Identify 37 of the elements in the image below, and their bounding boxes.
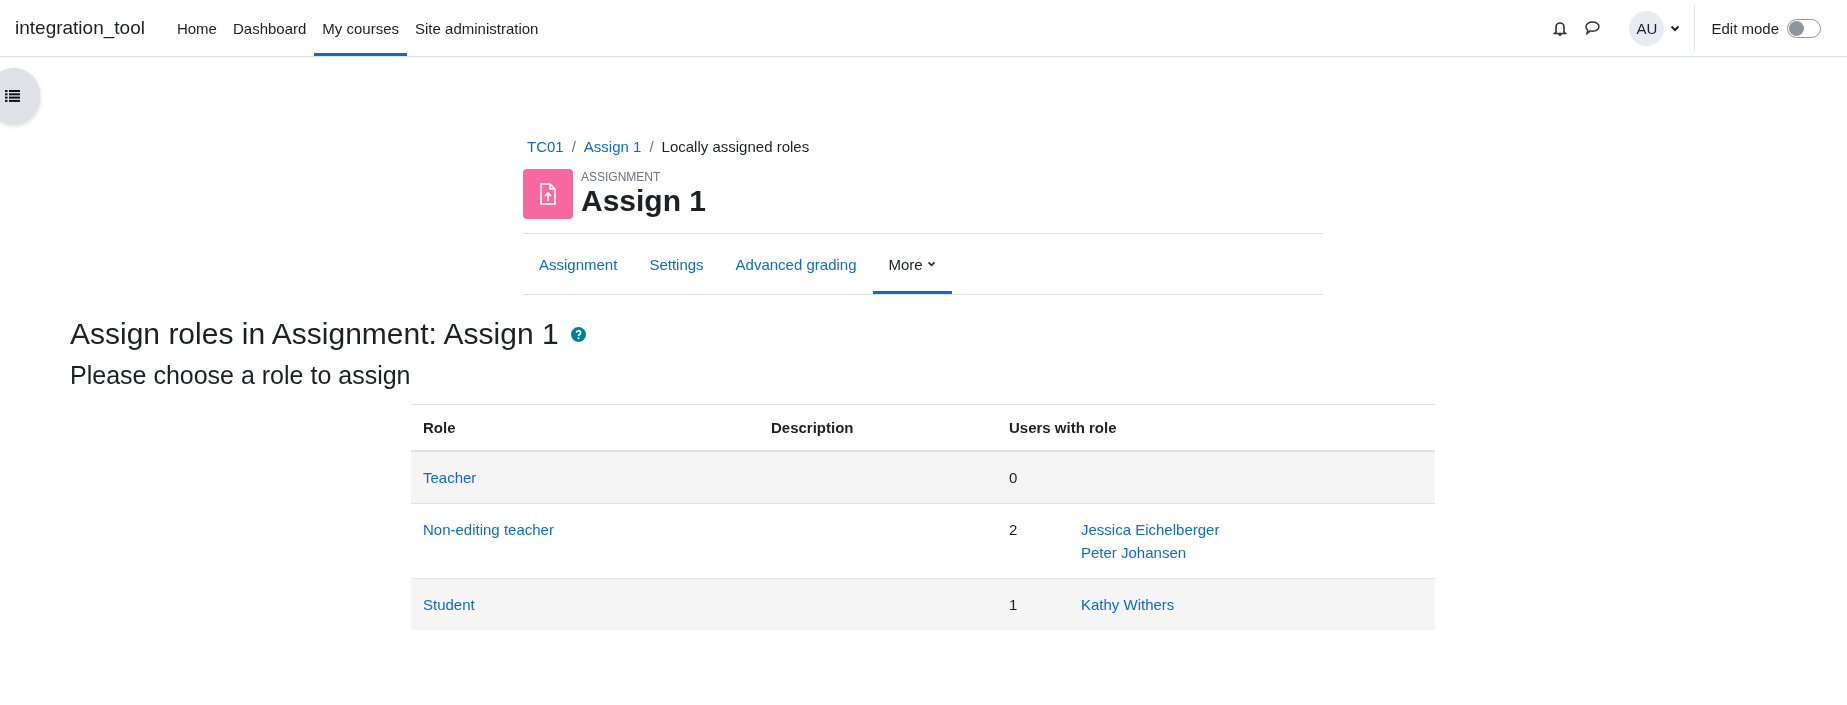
- breadcrumb-item[interactable]: TC01: [527, 138, 564, 155]
- role-link[interactable]: Student: [423, 596, 475, 613]
- user-count: 1: [1009, 596, 1018, 613]
- user-link[interactable]: Peter Johansen: [1081, 544, 1187, 561]
- site-name[interactable]: integration_tool: [15, 17, 145, 39]
- user-count: 0: [1009, 469, 1018, 486]
- edit-mode-label: Edit mode: [1711, 19, 1779, 37]
- assignment-icon: [523, 169, 573, 219]
- help-icon[interactable]: [570, 326, 586, 342]
- page-title: Assign 1: [581, 184, 707, 218]
- user-link[interactable]: Kathy Withers: [1081, 596, 1175, 613]
- caret-icon[interactable]: [1670, 24, 1681, 32]
- nav-link[interactable]: Home: [168, 3, 225, 56]
- tab[interactable]: Settings: [633, 237, 720, 294]
- tab[interactable]: Advanced grading: [719, 237, 873, 294]
- user-avatar[interactable]: AU: [1629, 10, 1665, 46]
- user-count: 2: [1009, 521, 1018, 538]
- role-link[interactable]: Teacher: [423, 469, 477, 486]
- bell-icon[interactable]: [1552, 19, 1569, 37]
- breadcrumb-separator: /: [649, 138, 654, 155]
- subheading: Please choose a role to assign: [70, 361, 412, 390]
- activity-type-label: ASSIGNMENT: [581, 170, 662, 184]
- role-link[interactable]: Non-editing teacher: [423, 521, 554, 538]
- breadcrumb-separator: /: [571, 138, 576, 155]
- caret-icon: [926, 261, 936, 267]
- section-heading: Assign roles in Assignment: Assign 1: [70, 317, 559, 351]
- tab[interactable]: Assignment: [523, 237, 634, 294]
- nav-link[interactable]: Dashboard: [224, 3, 315, 56]
- list-icon: [5, 90, 20, 102]
- nav-link[interactable]: My courses: [314, 3, 408, 56]
- tab[interactable]: More: [872, 237, 952, 294]
- user-link[interactable]: Jessica Eichelberger: [1081, 521, 1220, 538]
- breadcrumb-item: Locally assigned roles: [661, 138, 810, 155]
- course-index-button[interactable]: [0, 68, 40, 124]
- breadcrumb-item[interactable]: Assign 1: [583, 138, 642, 155]
- chat-bubble-icon[interactable]: [1584, 20, 1602, 36]
- nav-link[interactable]: Site administration: [407, 3, 547, 56]
